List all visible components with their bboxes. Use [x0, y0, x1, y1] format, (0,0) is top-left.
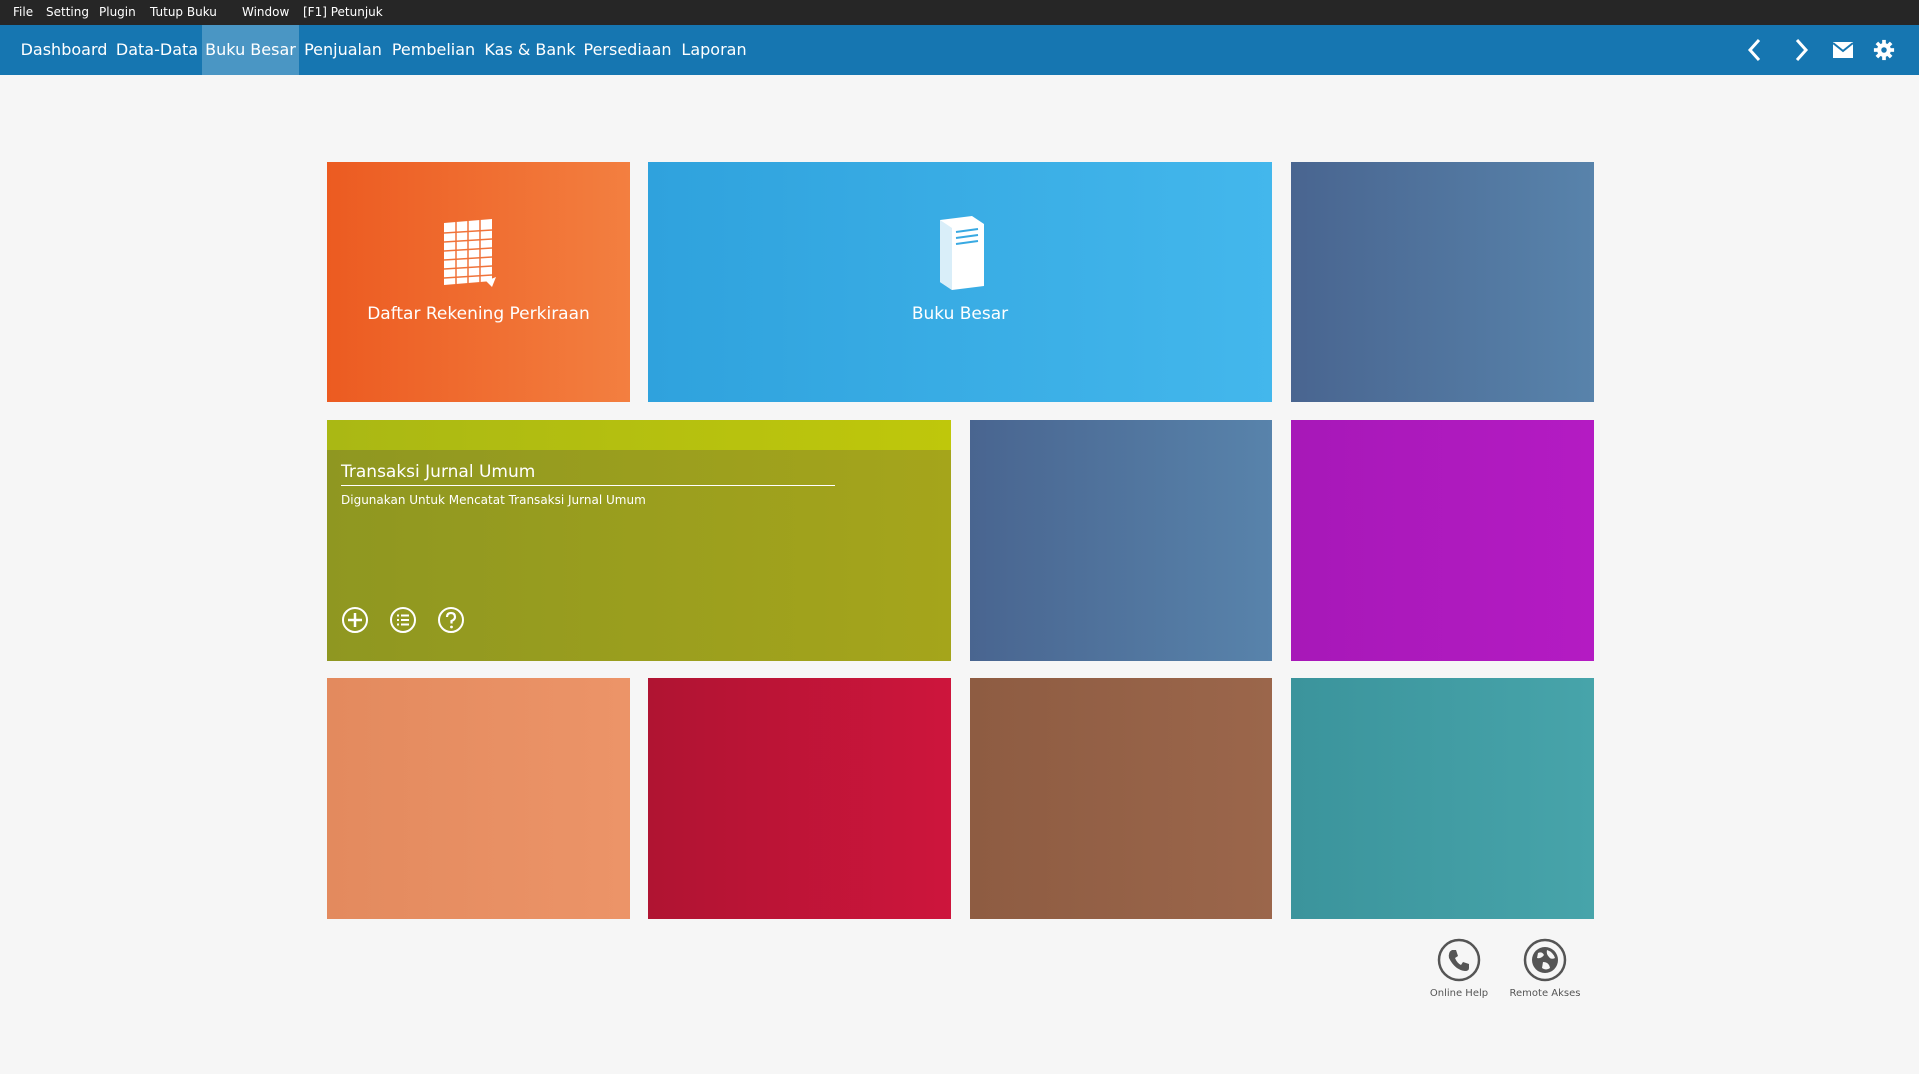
tile-header-band [327, 420, 951, 450]
menu-plugin[interactable]: Plugin [99, 5, 136, 19]
tile-daftar-rekening-perkiraan[interactable]: Daftar Rekening Perkiraan [327, 162, 630, 402]
tile-blank-3[interactable] [1291, 420, 1594, 661]
phone-icon [1437, 938, 1481, 982]
tab-data-data[interactable]: Data-Data [112, 25, 202, 75]
jurnal-description: Digunakan Untuk Mencatat Transaksi Jurna… [341, 493, 646, 507]
jurnal-title: Transaksi Jurnal Umum [341, 462, 536, 482]
online-help-button[interactable]: Online Help [1419, 938, 1499, 1008]
back-arrow-icon[interactable] [1742, 37, 1768, 63]
tile-blank-7[interactable] [1291, 678, 1594, 919]
remote-akses-button[interactable]: Remote Akses [1505, 938, 1585, 1008]
tile-transaksi-jurnal-umum[interactable]: Transaksi Jurnal Umum Digunakan Untuk Me… [327, 420, 951, 661]
mail-icon[interactable] [1830, 37, 1856, 63]
book-icon [934, 214, 988, 290]
tile-buku-besar[interactable]: Buku Besar [648, 162, 1272, 402]
tab-dashboard[interactable]: Dashboard [16, 25, 112, 75]
menu-petunjuk[interactable]: [F1] Petunjuk [303, 5, 383, 19]
main-navbar: Dashboard Data-Data Buku Besar Penjualan… [0, 25, 1919, 75]
menu-setting[interactable]: Setting [46, 5, 89, 19]
tab-buku-besar[interactable]: Buku Besar [202, 25, 299, 75]
online-help-label: Online Help [1429, 988, 1489, 999]
spreadsheet-icon [440, 217, 498, 289]
jurnal-divider [341, 485, 835, 486]
add-circle-icon[interactable] [341, 606, 369, 634]
tile-blank-4[interactable] [327, 678, 630, 919]
tile-blank-1[interactable] [1291, 162, 1594, 402]
tile-blank-2[interactable] [970, 420, 1272, 661]
tile-label-buku-besar: Buku Besar [911, 304, 1009, 324]
gear-icon[interactable] [1871, 37, 1897, 63]
tab-laporan[interactable]: Laporan [675, 25, 753, 75]
forward-arrow-icon[interactable] [1788, 37, 1814, 63]
tab-persediaan[interactable]: Persediaan [580, 25, 675, 75]
tile-blank-5[interactable] [648, 678, 951, 919]
globe-icon [1523, 938, 1567, 982]
menu-file[interactable]: File [13, 5, 33, 19]
tab-pembelian[interactable]: Pembelian [387, 25, 480, 75]
help-circle-icon[interactable] [437, 606, 465, 634]
tab-kas-bank[interactable]: Kas & Bank [480, 25, 580, 75]
tile-label-daftar-rekening: Daftar Rekening Perkiraan [367, 304, 590, 324]
menu-tutup-buku[interactable]: Tutup Buku [150, 5, 217, 19]
tile-blank-6[interactable] [970, 678, 1272, 919]
tab-penjualan[interactable]: Penjualan [299, 25, 387, 75]
menu-bar: File Setting Plugin Tutup Buku Window [F… [0, 0, 1919, 25]
list-circle-icon[interactable] [389, 606, 417, 634]
menu-window[interactable]: Window [242, 5, 289, 19]
remote-akses-label: Remote Akses [1509, 988, 1581, 999]
